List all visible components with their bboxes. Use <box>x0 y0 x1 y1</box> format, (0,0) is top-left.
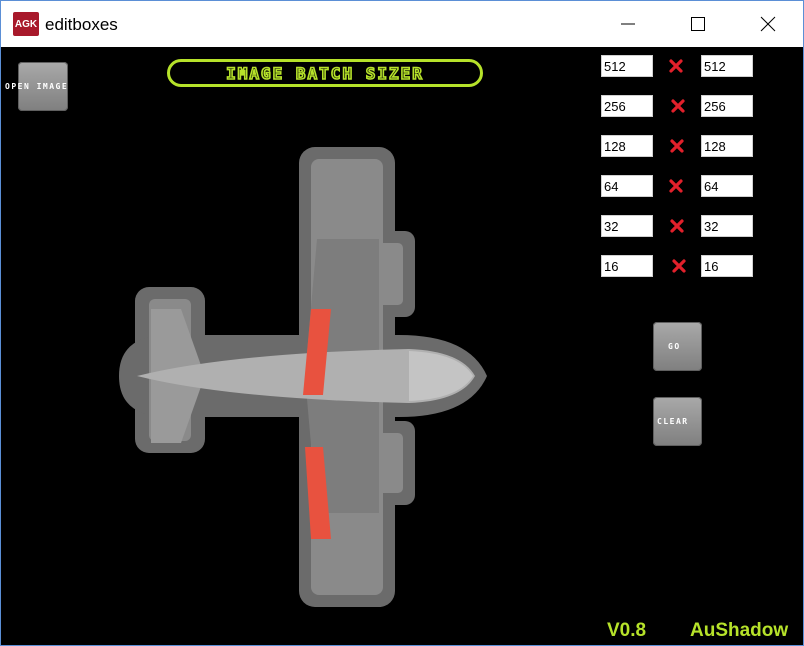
width-input-1[interactable] <box>601 95 653 117</box>
minimize-button[interactable] <box>605 1 651 47</box>
title-bar[interactable]: AGK editboxes <box>1 1 803 47</box>
multiply-icon <box>670 139 684 153</box>
height-input-2[interactable] <box>701 135 753 157</box>
close-icon <box>760 16 776 32</box>
agk-app-icon: AGK <box>13 12 39 36</box>
app-window: AGK editboxes OPEN IMAGE IMAGE BATCH SIZ… <box>0 0 804 646</box>
multiply-icon <box>670 219 684 233</box>
image-preview-airplane <box>119 147 487 607</box>
maximize-icon <box>691 17 705 31</box>
close-button[interactable] <box>745 1 791 47</box>
width-input-4[interactable] <box>601 215 653 237</box>
app-title: IMAGE BATCH SIZER <box>225 63 424 84</box>
width-input-0[interactable] <box>601 55 653 77</box>
go-label: GO <box>668 342 681 351</box>
version-label: V0.8 <box>607 620 647 641</box>
height-input-1[interactable] <box>701 95 753 117</box>
width-input-2[interactable] <box>601 135 653 157</box>
clear-label: CLEAR <box>657 417 689 426</box>
height-input-4[interactable] <box>701 215 753 237</box>
multiply-icon <box>669 179 683 193</box>
multiply-icon <box>672 259 686 273</box>
maximize-button[interactable] <box>675 1 721 47</box>
app-canvas: OPEN IMAGE IMAGE BATCH SIZER 512 512 256… <box>1 47 803 645</box>
author-label: AuShadow <box>690 620 789 641</box>
app-title-banner: IMAGE BATCH SIZER <box>167 59 483 87</box>
height-input-3[interactable] <box>701 175 753 197</box>
height-input-5[interactable] <box>701 255 753 277</box>
multiply-icon <box>671 99 685 113</box>
width-input-3[interactable] <box>601 175 653 197</box>
open-image-label: OPEN IMAGE <box>5 82 69 91</box>
multiply-icon <box>669 59 683 73</box>
window-title: editboxes <box>45 15 118 34</box>
minimize-icon <box>621 23 635 25</box>
width-input-5[interactable] <box>601 255 653 277</box>
height-input-0[interactable] <box>701 55 753 77</box>
